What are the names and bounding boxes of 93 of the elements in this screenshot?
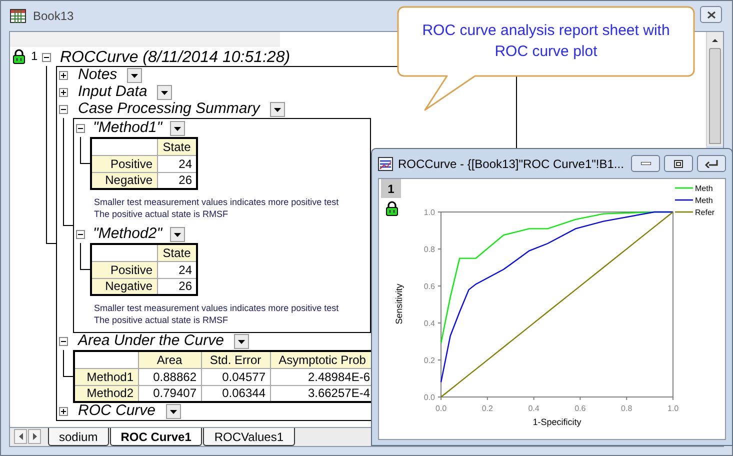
- scrollbar-thumb[interactable]: [709, 48, 721, 144]
- caret-icon: [174, 126, 182, 130]
- column-header: Area: [138, 351, 201, 368]
- tick-label: 0.6: [574, 404, 586, 413]
- row-header: Positive: [91, 155, 157, 172]
- x-axis-label: 1-Specificity: [532, 417, 582, 427]
- scroll-right-button[interactable]: [28, 429, 41, 444]
- sheet-tab[interactable]: sodium: [48, 428, 109, 446]
- minimize-icon: [640, 162, 650, 165]
- section-title: Case Processing Summary: [78, 100, 260, 120]
- table-cell: 26: [157, 278, 197, 295]
- return-arrow-icon: [705, 160, 718, 168]
- row-header: Positive: [91, 261, 157, 278]
- table-cell: 26: [157, 172, 197, 189]
- close-icon: [706, 10, 716, 18]
- right-arrow-icon: [32, 433, 36, 440]
- note-text: Smaller test measurement values indicates more positive test: [94, 302, 340, 314]
- row-header: Negative: [91, 172, 157, 189]
- layer-number: 1: [381, 179, 401, 198]
- column-header: State: [157, 244, 197, 261]
- expand-toggle-icon[interactable]: [59, 407, 68, 416]
- collapse-toggle-icon[interactable]: [76, 124, 85, 133]
- tick-label: 1.0: [667, 404, 679, 413]
- tick-label: 0.8: [621, 404, 632, 413]
- table-cell: 24: [157, 155, 197, 172]
- return-button[interactable]: [697, 155, 726, 172]
- window-title: Book13: [33, 8, 74, 25]
- callout-text: ROC curve analysis report sheet with ROC curve plot: [421, 21, 671, 62]
- legend-label: Meth: [695, 196, 713, 205]
- tick-label: 0.4: [424, 319, 435, 328]
- dropdown-button[interactable]: [157, 85, 172, 100]
- table-cell: 0.06344: [201, 385, 270, 402]
- collapse-toggle-icon[interactable]: [59, 105, 68, 114]
- note-text: The positive actual state is RMSF: [94, 314, 230, 326]
- section-title: Area Under the Curve: [78, 331, 224, 352]
- table-cell: 0.04577: [201, 368, 270, 385]
- tick-label: 0.4: [528, 404, 540, 413]
- sheet-tab[interactable]: ROC Curve1: [110, 428, 202, 446]
- section-title: "Method1": [93, 118, 162, 138]
- caret-icon: [238, 340, 245, 344]
- collapse-toggle-icon[interactable]: [42, 53, 51, 62]
- plot-window-title: ROCCurve - {[Book13]"ROC Curve1"!B1...: [398, 156, 624, 172]
- expand-toggle-icon[interactable]: [59, 71, 68, 80]
- tick-label: 1.0: [424, 208, 435, 217]
- tick-label: 0.0: [424, 393, 435, 402]
- tick-label: 0.6: [424, 282, 435, 291]
- note-text: The positive actual state is RMSF: [94, 208, 230, 220]
- y-axis-label: Sensitivity: [394, 284, 404, 324]
- section-title: "Method2": [93, 224, 162, 244]
- caret-icon: [161, 90, 168, 94]
- minimize-button[interactable]: [631, 155, 660, 172]
- row-header: Negative: [91, 278, 157, 295]
- dropdown-button[interactable]: [166, 404, 181, 419]
- legend-label: Refer: [695, 208, 715, 217]
- lock-icon: [12, 49, 26, 64]
- collapse-toggle-icon[interactable]: [59, 337, 68, 346]
- tick-label: 0.2: [424, 356, 435, 365]
- table-cell: 24: [157, 261, 197, 278]
- column-header: Std. Error: [201, 351, 270, 368]
- tick-label: 0.0: [435, 404, 447, 413]
- caret-icon: [174, 232, 182, 236]
- note-text: Smaller test measurement values indicates more positive test: [94, 196, 340, 208]
- caret-icon: [170, 410, 177, 414]
- tick-label: 0.2: [482, 404, 493, 413]
- legend-label: Meth: [695, 184, 713, 193]
- table-cell: 0.88862: [138, 368, 201, 385]
- lock-icon: [385, 201, 399, 216]
- dropdown-button[interactable]: [170, 121, 186, 136]
- caret-icon: [131, 74, 138, 78]
- section-title: ROCCurve (8/11/2014 10:51:28): [60, 48, 290, 68]
- section-title: ROC Curve: [78, 401, 156, 422]
- dropdown-button[interactable]: [270, 102, 285, 117]
- row-header: Method2: [74, 385, 138, 402]
- dropdown-button[interactable]: [170, 227, 186, 242]
- close-button[interactable]: [700, 6, 722, 23]
- dropdown-button[interactable]: [127, 68, 142, 83]
- row-number: 1: [31, 49, 38, 63]
- vertical-scrollbar[interactable]: [706, 32, 723, 146]
- table-cell: 0.79407: [138, 385, 201, 402]
- restore-button[interactable]: [664, 155, 693, 172]
- collapse-toggle-icon[interactable]: [76, 230, 85, 239]
- expand-toggle-icon[interactable]: [59, 88, 68, 97]
- caret-icon: [274, 108, 281, 112]
- tick-label: 0.8: [424, 245, 435, 254]
- column-header: State: [157, 138, 197, 155]
- worksheet-icon: [10, 9, 26, 23]
- left-arrow-icon: [18, 433, 22, 440]
- row-header: Method1: [74, 368, 138, 385]
- scroll-left-button[interactable]: [14, 429, 27, 444]
- restore-icon: [674, 160, 683, 168]
- graph-icon: [378, 156, 393, 170]
- sheet-tab[interactable]: ROCValues1: [203, 428, 295, 446]
- dropdown-button[interactable]: [234, 334, 249, 349]
